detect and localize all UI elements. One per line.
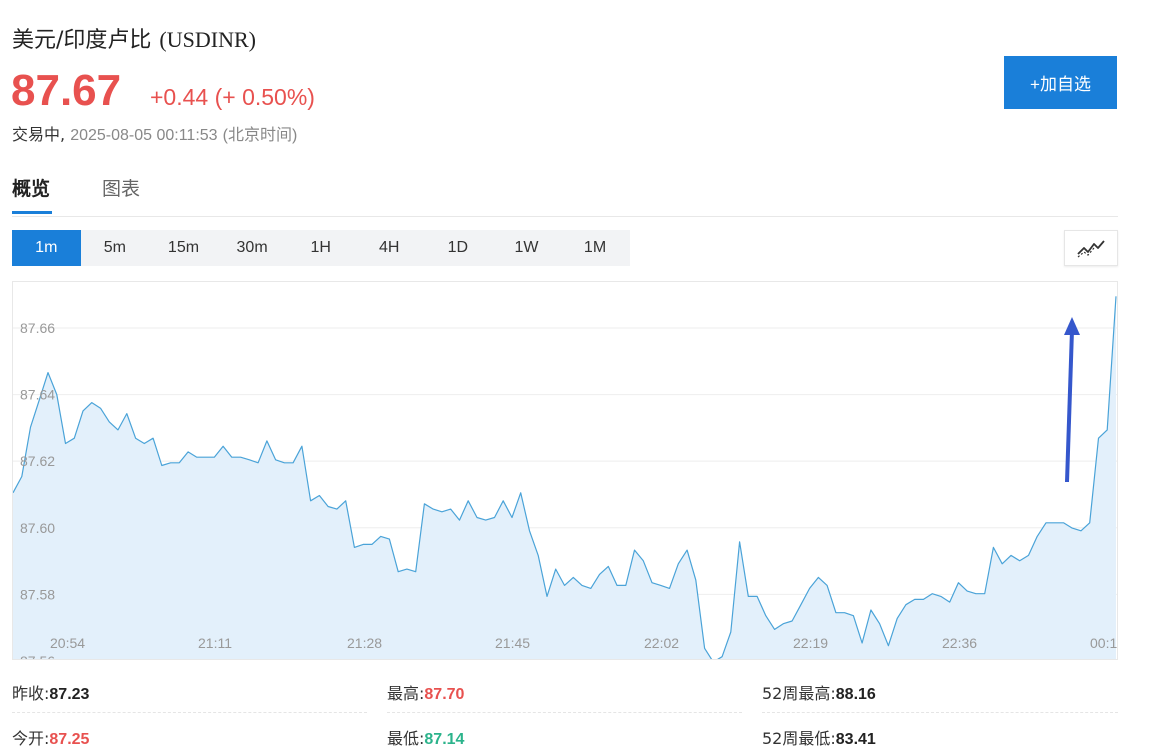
x-tick-label: 21:11 — [198, 635, 232, 651]
pair-symbol: (USDINR) — [159, 27, 256, 52]
price-area — [13, 296, 1116, 659]
stat-high: 最高:87.70 — [387, 684, 465, 703]
add-watchlist-button[interactable]: +加自选 — [1004, 56, 1117, 109]
x-tick-label: 00:1 — [1090, 635, 1117, 651]
price-change: +0.44 (+ 0.50%) — [150, 84, 315, 110]
stat-low-value: 87.14 — [424, 731, 465, 748]
divider — [387, 712, 742, 714]
arrow-up-icon — [1064, 317, 1080, 482]
x-tick-label: 22:36 — [942, 635, 977, 651]
stat-open: 今开:87.25 — [12, 729, 90, 748]
y-tick-label: 87.64 — [20, 387, 55, 403]
price-chart-svg: 87.66 87.64 87.62 87.60 87.58 87.56 20:54 21:11… — [13, 296, 1117, 660]
y-tick-label: 87.66 — [20, 320, 55, 336]
divider — [12, 712, 367, 714]
status-timestamp: 2025-08-05 00:11:53 — [70, 127, 218, 144]
tab-bar: 概览 图表 — [12, 170, 1118, 217]
y-tick-label: 87.58 — [20, 586, 55, 602]
stat-prev-close-value: 87.23 — [49, 686, 90, 703]
period-1w[interactable]: 1W — [492, 230, 561, 266]
stat-low: 最低:87.14 — [387, 729, 465, 748]
active-tab-indicator — [12, 211, 52, 214]
stat-prev-close: 昨收:87.23 — [12, 684, 90, 703]
period-1m[interactable]: 1m — [12, 230, 81, 266]
tab-overview[interactable]: 概览 — [12, 174, 50, 201]
status-label: 交易中, — [12, 125, 66, 144]
x-tick-label: 22:19 — [793, 635, 828, 651]
period-4h[interactable]: 4H — [355, 230, 424, 266]
trading-status: 交易中, 2025-08-05 00:11:53 (北京时间) — [12, 121, 297, 145]
x-tick-label: 21:45 — [495, 635, 530, 651]
price-chart[interactable]: 87.66 87.64 87.62 87.60 87.58 87.56 20:54 21:11… — [12, 281, 1118, 660]
stat-52w-low: 52周最低:83.41 — [762, 729, 876, 748]
divider — [762, 712, 1118, 714]
period-1h[interactable]: 1H — [286, 230, 355, 266]
y-tick-label: 87.60 — [20, 520, 55, 536]
period-15m[interactable]: 15m — [149, 230, 218, 266]
page-title: 美元/印度卢比 (USDINR) — [12, 22, 256, 54]
period-5m[interactable]: 5m — [81, 230, 150, 266]
line-chart-icon — [1077, 240, 1105, 258]
x-tick-label: 21:28 — [347, 635, 382, 651]
tab-chart[interactable]: 图表 — [102, 174, 140, 201]
period-1mo[interactable]: 1M — [561, 230, 630, 266]
current-price: 87.67 — [11, 66, 122, 115]
chart-type-button[interactable] — [1064, 230, 1118, 266]
period-30m[interactable]: 30m — [218, 230, 287, 266]
stat-52w-high-value: 88.16 — [835, 686, 876, 703]
y-tick-label: 87.56 — [20, 653, 55, 660]
x-tick-label: 22:02 — [644, 635, 679, 651]
x-tick-label: 20:54 — [50, 635, 85, 651]
stat-high-value: 87.70 — [424, 686, 465, 703]
stat-open-value: 87.25 — [49, 731, 90, 748]
period-1d[interactable]: 1D — [424, 230, 493, 266]
status-timezone: (北京时间) — [222, 127, 298, 144]
pair-name: 美元/印度卢比 — [12, 28, 152, 53]
stat-52w-low-value: 83.41 — [835, 731, 876, 748]
y-tick-label: 87.62 — [20, 453, 55, 469]
period-selector: 1m 5m 15m 30m 1H 4H 1D 1W 1M — [12, 230, 630, 266]
stat-52w-high: 52周最高:88.16 — [762, 684, 876, 703]
